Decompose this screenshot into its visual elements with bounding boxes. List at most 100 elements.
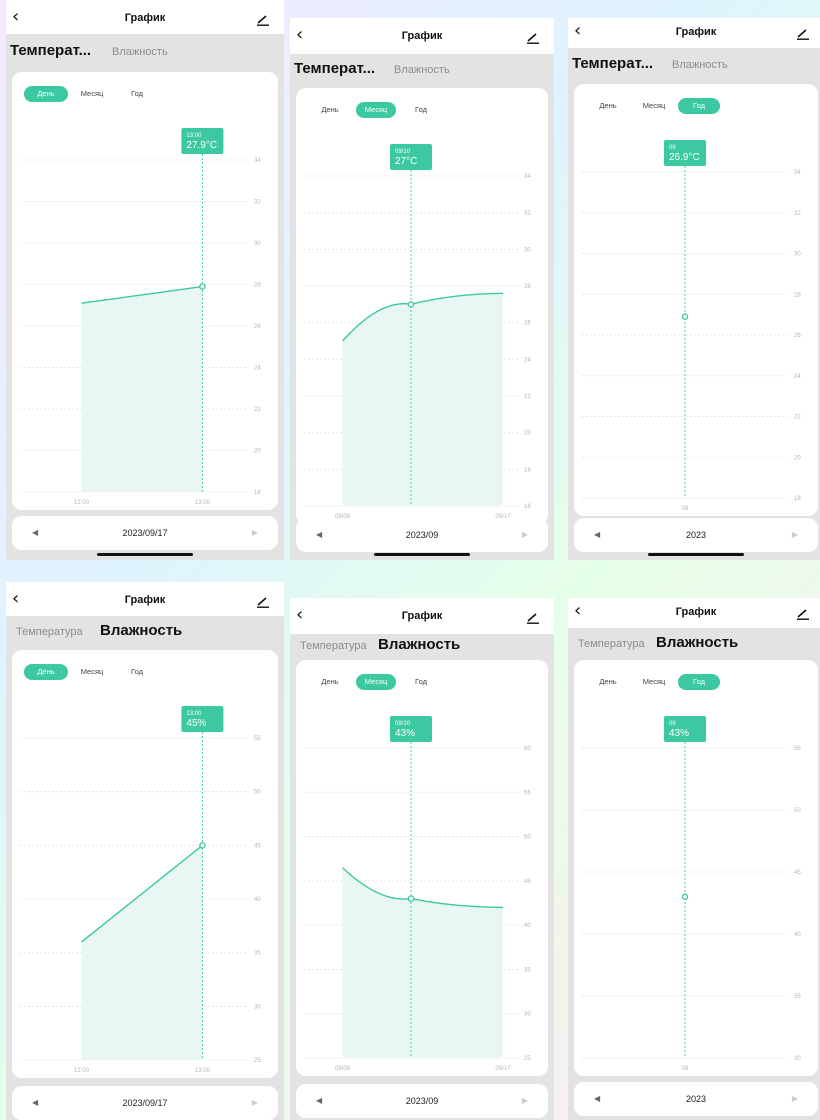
y-tick-label: 55 bbox=[794, 746, 801, 752]
date-navigator: ◀ 2023/09/17 ▶ bbox=[12, 516, 278, 550]
date-navigator: ◀ 2023 ▶ bbox=[574, 1082, 818, 1116]
y-tick-label: 34 bbox=[254, 158, 261, 164]
nav-bar: ‹ График bbox=[6, 582, 284, 616]
edit-pencil-icon[interactable] bbox=[796, 27, 810, 40]
tooltip-label: 13:00 bbox=[186, 711, 202, 717]
tab-humidity[interactable]: Влажность bbox=[394, 64, 450, 76]
y-tick-label: 28 bbox=[254, 283, 261, 289]
y-tick-label: 18 bbox=[254, 490, 261, 496]
y-tick-label: 50 bbox=[254, 790, 261, 796]
y-tick-label: 35 bbox=[794, 994, 801, 1000]
edit-pencil-icon[interactable] bbox=[526, 611, 540, 624]
y-tick-label: 22 bbox=[254, 407, 261, 413]
y-tick-label: 35 bbox=[254, 951, 261, 957]
y-tick-label: 16 bbox=[524, 504, 531, 510]
nav-bar: ‹ График bbox=[568, 598, 820, 628]
tab-temperature[interactable]: Температура bbox=[578, 638, 645, 650]
tooltip-label: 09/10 bbox=[395, 721, 411, 727]
tab-temperature[interactable]: Температура bbox=[16, 626, 83, 638]
x-tick-label: 09 bbox=[682, 506, 689, 512]
chart-plot: 3432302826242220181609/09 09/1709/1027°C bbox=[304, 144, 531, 520]
tooltip-label: 13:00 bbox=[186, 133, 202, 139]
edit-pencil-icon[interactable] bbox=[256, 595, 270, 608]
series-area bbox=[81, 845, 203, 1060]
chart-card: День Месяц Год 55 50 45 40 35 30 09 09 43% bbox=[574, 660, 818, 1076]
x-tick-label: 09/17 bbox=[496, 1066, 512, 1072]
triangle-right-icon[interactable]: ▶ bbox=[522, 1084, 528, 1118]
y-tick-label: 45 bbox=[524, 879, 531, 885]
y-tick-label: 34 bbox=[794, 170, 801, 176]
nav-title: График bbox=[401, 30, 443, 42]
tab-humidity[interactable]: Влажность bbox=[656, 634, 738, 651]
screen-panel-3: ‹ График Температ... Влажность День Месяц Год 3… bbox=[568, 18, 820, 560]
nav-title: График bbox=[675, 26, 717, 38]
y-tick-label: 24 bbox=[254, 366, 261, 372]
tab-temperature[interactable]: Температ... bbox=[294, 60, 375, 77]
triangle-right-icon[interactable]: ▶ bbox=[792, 518, 798, 552]
selected-point bbox=[681, 313, 689, 320]
date-label: 2023 bbox=[685, 1094, 707, 1104]
y-tick-label: 26 bbox=[794, 333, 801, 339]
edit-pencil-icon[interactable] bbox=[796, 607, 810, 620]
screen-panel-1: ‹ График Температ... Влажность День Месяц Год 3… bbox=[6, 0, 284, 560]
home-indicator bbox=[97, 553, 193, 556]
screen-panel-2: ‹ График Температ... Влажность День Месяц Год 3… bbox=[290, 18, 554, 560]
y-tick-label: 18 bbox=[794, 496, 801, 502]
tooltip-value: 43% bbox=[395, 728, 415, 739]
y-tick-label: 30 bbox=[524, 1012, 531, 1018]
chart-plot: 60 55 50 45 40 35 30 25 09/09 09/17 09/1043% bbox=[304, 716, 531, 1072]
tab-temperature[interactable]: Температ... bbox=[10, 42, 91, 59]
chart-card: День Месяц Год 60 55 50 45 40 35 30 25 09/09 09/17 09… bbox=[296, 660, 548, 1076]
tab-temperature[interactable]: Температ... bbox=[572, 55, 653, 72]
triangle-right-icon[interactable]: ▶ bbox=[252, 516, 258, 550]
tooltip-label: 09 bbox=[669, 721, 676, 727]
triangle-right-icon[interactable]: ▶ bbox=[252, 1086, 258, 1120]
y-tick-label: 55 bbox=[254, 736, 261, 742]
x-tick-label: 09/09 bbox=[335, 1066, 351, 1072]
selected-point bbox=[407, 895, 415, 902]
x-tick-label: 12:00 bbox=[74, 1068, 90, 1074]
tab-temperature[interactable]: Температура bbox=[300, 640, 367, 652]
nav-bar: ‹ График bbox=[290, 598, 554, 634]
nav-title: График bbox=[401, 610, 443, 622]
date-navigator: ◀ 2023/09 ▶ bbox=[296, 1084, 548, 1118]
y-tick-label: 40 bbox=[254, 897, 261, 903]
edit-pencil-icon[interactable] bbox=[526, 31, 540, 44]
date-navigator: ◀ 2023/09/17 ▶ bbox=[12, 1086, 278, 1120]
y-tick-label: 45 bbox=[254, 843, 261, 849]
y-tick-label: 30 bbox=[524, 247, 531, 253]
nav-bar: ‹ График bbox=[568, 18, 820, 48]
tab-humidity[interactable]: Влажность bbox=[378, 636, 460, 653]
tooltip-value: 27°C bbox=[395, 156, 417, 167]
tab-humidity[interactable]: Влажность bbox=[672, 59, 728, 71]
chart-card: День Месяц Год 55 50 45 40 35 30 25 12:00 13:00 13:0… bbox=[12, 650, 278, 1078]
triangle-right-icon[interactable]: ▶ bbox=[522, 518, 528, 552]
nav-title: График bbox=[675, 606, 717, 618]
series-area bbox=[81, 286, 203, 492]
chart-plot: 34323028262422201812:00 13:0013:0027.9°C bbox=[20, 128, 261, 506]
edit-pencil-icon[interactable] bbox=[256, 13, 270, 26]
home-indicator bbox=[374, 553, 470, 556]
selected-point bbox=[199, 283, 206, 290]
x-tick-label: 12:00 bbox=[74, 500, 90, 506]
selected-point bbox=[681, 893, 689, 901]
y-tick-label: 26 bbox=[254, 324, 261, 330]
y-tick-label: 40 bbox=[524, 923, 531, 929]
chart-plot: 343230282624222018090926.9°C bbox=[582, 140, 801, 512]
date-label: 2023 bbox=[685, 530, 707, 540]
selected-point bbox=[199, 842, 206, 849]
selected-point bbox=[407, 301, 415, 308]
y-tick-label: 20 bbox=[524, 431, 531, 437]
y-tick-label: 35 bbox=[524, 967, 531, 973]
y-tick-label: 32 bbox=[524, 211, 531, 217]
nav-bar: ‹ График bbox=[6, 0, 284, 34]
y-tick-label: 25 bbox=[254, 1058, 261, 1064]
tab-humidity[interactable]: Влажность bbox=[112, 46, 168, 58]
date-label: 2023/09/17 bbox=[122, 1098, 168, 1108]
chart-plot: 5550454035302512:00 13:0013:0045% bbox=[20, 706, 261, 1074]
y-tick-label: 40 bbox=[794, 932, 801, 938]
tab-humidity[interactable]: Влажность bbox=[100, 622, 182, 639]
triangle-right-icon[interactable]: ▶ bbox=[792, 1082, 798, 1116]
nav-title: График bbox=[124, 594, 166, 606]
home-indicator bbox=[648, 553, 744, 556]
